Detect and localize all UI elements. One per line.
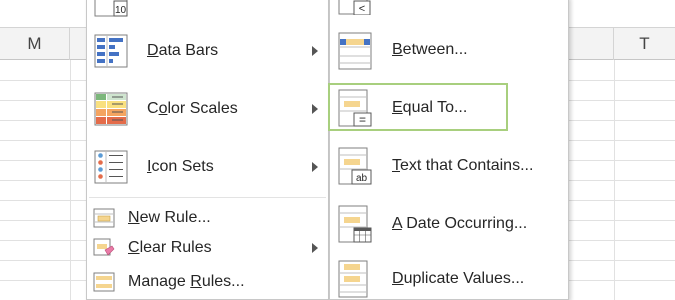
menu-item-label: New Rule... (128, 209, 211, 226)
duplicate-values-icon (338, 260, 368, 298)
svg-text:=: = (359, 113, 366, 127)
color-scales-icon (94, 92, 128, 126)
clear-rules-icon (93, 238, 115, 256)
submenu-item-equal-to[interactable]: = Equal To... (328, 83, 568, 133)
icon-sets-icon (94, 150, 128, 184)
submenu-item-date-occurring[interactable]: A Date Occurring... (330, 199, 568, 249)
svg-text:10: 10 (115, 5, 127, 16)
manage-rules-icon (93, 272, 115, 292)
column-header-m[interactable]: M (0, 28, 70, 60)
menu-item-manage-rules[interactable]: Manage Rules... (87, 267, 328, 297)
less-than-icon: < (338, 0, 371, 15)
submenu-item-top-partial[interactable]: < (330, 0, 568, 15)
menu-item-data-bars[interactable]: Data Bars (87, 27, 328, 75)
top-bottom-rules-icon: 10 (94, 0, 128, 17)
menu-item-clear-rules[interactable]: Clear Rules (87, 233, 328, 263)
text-contains-icon: ab (338, 147, 372, 185)
column-header-s[interactable] (569, 28, 614, 60)
column-header-t[interactable]: T (614, 28, 675, 60)
highlight-cells-rules-submenu: < Between... = Equal To... ab Text that … (328, 0, 569, 300)
new-rule-icon (93, 208, 115, 228)
submenu-arrow-icon (312, 162, 318, 172)
conditional-formatting-menu: 10 Data Bars Color Scales Icon Sets New … (86, 0, 329, 300)
menu-item-label: Color Scales (147, 100, 238, 117)
submenu-arrow-icon (312, 243, 318, 253)
menu-item-label: Data Bars (147, 42, 219, 59)
menu-item-label: Manage Rules... (128, 273, 245, 290)
submenu-item-label: A Date Occurring... (392, 215, 528, 232)
column-header-label: M (27, 34, 42, 53)
menu-item-top-partial[interactable]: 10 (87, 0, 328, 17)
submenu-item-label: Duplicate Values... (392, 270, 525, 287)
submenu-arrow-icon (312, 46, 318, 56)
between-icon (338, 32, 372, 70)
submenu-arrow-icon (312, 104, 318, 114)
submenu-item-between[interactable]: Between... (330, 25, 568, 75)
menu-item-label: Icon Sets (147, 158, 214, 175)
svg-text:<: < (359, 3, 365, 15)
submenu-item-label: Text that Contains... (392, 157, 534, 174)
submenu-item-duplicate-values[interactable]: Duplicate Values... (330, 257, 568, 300)
data-bars-icon (94, 34, 128, 68)
menu-item-new-rule[interactable]: New Rule... (87, 203, 328, 233)
equal-to-icon: = (338, 89, 372, 127)
svg-text:ab: ab (356, 173, 368, 184)
column-header-label: T (639, 34, 650, 53)
menu-item-icon-sets[interactable]: Icon Sets (87, 143, 328, 191)
submenu-item-text-contains[interactable]: ab Text that Contains... (330, 141, 568, 191)
menu-separator (89, 197, 326, 198)
date-occurring-icon (338, 205, 372, 243)
menu-item-label: Clear Rules (128, 239, 212, 256)
menu-item-color-scales[interactable]: Color Scales (87, 85, 328, 133)
submenu-item-label: Between... (392, 41, 468, 58)
